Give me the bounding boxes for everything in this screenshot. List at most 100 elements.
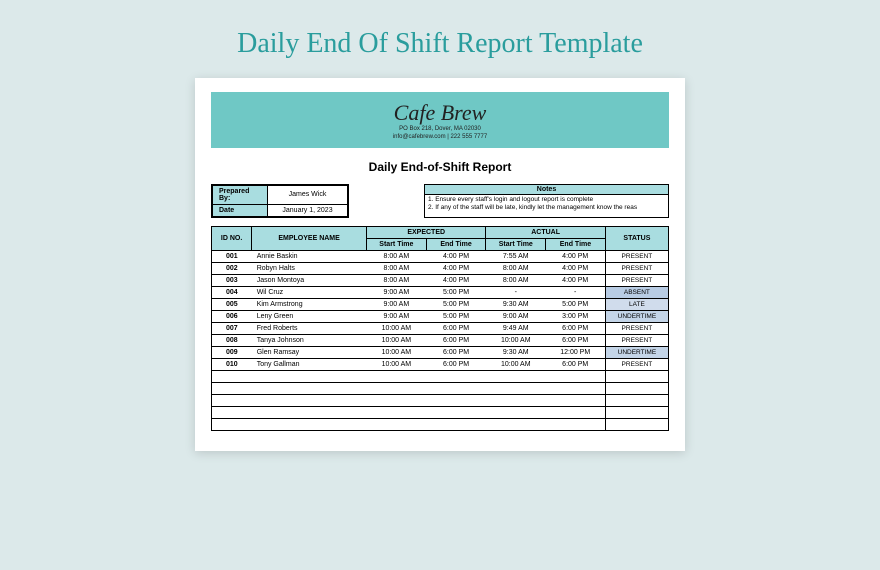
date-label: Date [213, 204, 268, 216]
notes-header: Notes [425, 185, 668, 195]
cell-act-start: - [486, 286, 546, 298]
header-actual: ACTUAL [486, 226, 605, 238]
cell-exp-end: 6:00 PM [426, 334, 486, 346]
cell-status: PRESENT [605, 250, 668, 262]
cell-empty [546, 418, 606, 430]
table-row: 010Tony Gallman10:00 AM6:00 PM10:00 AM6:… [212, 358, 669, 370]
cell-status: PRESENT [605, 274, 668, 286]
cell-status: PRESENT [605, 262, 668, 274]
cell-status: UNDERTIME [605, 346, 668, 358]
cell-act-start: 9:30 AM [486, 298, 546, 310]
cell-exp-end: 5:00 PM [426, 298, 486, 310]
meta-row: Prepared By: James Wick Date January 1, … [211, 184, 669, 218]
cell-empty [605, 418, 668, 430]
cell-name: Leny Green [252, 310, 367, 322]
header-expected: EXPECTED [367, 226, 486, 238]
cell-exp-start: 9:00 AM [367, 286, 427, 298]
cell-status: PRESENT [605, 334, 668, 346]
cell-exp-end: 5:00 PM [426, 286, 486, 298]
cell-act-start: 10:00 AM [486, 358, 546, 370]
cell-id: 007 [212, 322, 252, 334]
cell-id: 010 [212, 358, 252, 370]
cell-exp-start: 8:00 AM [367, 250, 427, 262]
date-value: January 1, 2023 [268, 204, 348, 216]
header-exp-end: End Time [426, 238, 486, 250]
cell-id: 008 [212, 334, 252, 346]
cell-empty [546, 394, 606, 406]
cell-empty [486, 418, 546, 430]
cell-empty [426, 382, 486, 394]
cell-exp-end: 6:00 PM [426, 322, 486, 334]
cell-empty [212, 406, 252, 418]
meta-info-box: Prepared By: James Wick Date January 1, … [211, 184, 349, 218]
cell-name: Kim Armstrong [252, 298, 367, 310]
cell-act-end: 4:00 PM [546, 250, 606, 262]
cell-id: 006 [212, 310, 252, 322]
cell-act-end: 12:00 PM [546, 346, 606, 358]
brand-name: Cafe Brew [211, 100, 669, 126]
table-row: 003Jason Montoya8:00 AM4:00 PM8:00 AM4:0… [212, 274, 669, 286]
notes-line-2: 2. If any of the staff will be late, kin… [428, 204, 665, 212]
cell-act-end: 6:00 PM [546, 322, 606, 334]
cell-name: Tony Gallman [252, 358, 367, 370]
table-row-empty [212, 394, 669, 406]
table-row: 006Leny Green9:00 AM5:00 PM9:00 AM3:00 P… [212, 310, 669, 322]
cell-name: Jason Montoya [252, 274, 367, 286]
table-row: 009Glen Ramsay10:00 AM6:00 PM9:30 AM12:0… [212, 346, 669, 358]
brand-contact: info@cafebrew.com | 222 555 7777 [211, 134, 669, 142]
cell-empty [546, 406, 606, 418]
cell-empty [426, 394, 486, 406]
cell-empty [252, 370, 367, 382]
table-row: 005Kim Armstrong9:00 AM5:00 PM9:30 AM5:0… [212, 298, 669, 310]
cell-exp-end: 6:00 PM [426, 358, 486, 370]
cell-empty [605, 394, 668, 406]
cell-empty [426, 406, 486, 418]
cell-act-start: 9:49 AM [486, 322, 546, 334]
cell-act-end: 4:00 PM [546, 274, 606, 286]
cell-exp-start: 9:00 AM [367, 298, 427, 310]
cell-act-start: 9:30 AM [486, 346, 546, 358]
cell-empty [212, 394, 252, 406]
table-row-empty [212, 382, 669, 394]
cell-act-end: - [546, 286, 606, 298]
brand-address: PO Box 218, Dover, MA 02030 [211, 126, 669, 134]
cell-empty [426, 418, 486, 430]
cell-act-end: 6:00 PM [546, 358, 606, 370]
cell-empty [486, 406, 546, 418]
cell-act-start: 8:00 AM [486, 262, 546, 274]
cell-empty [426, 370, 486, 382]
notes-body: 1. Ensure every staff's login and logout… [425, 195, 668, 214]
header-act-start: Start Time [486, 238, 546, 250]
cell-empty [212, 370, 252, 382]
cell-exp-end: 4:00 PM [426, 250, 486, 262]
cell-empty [252, 382, 367, 394]
cell-exp-start: 10:00 AM [367, 334, 427, 346]
cell-exp-start: 10:00 AM [367, 322, 427, 334]
cell-empty [367, 394, 427, 406]
brand-banner: Cafe Brew PO Box 218, Dover, MA 02030 in… [211, 92, 669, 148]
cell-name: Wil Cruz [252, 286, 367, 298]
table-row: 008Tanya Johnson10:00 AM6:00 PM10:00 AM6… [212, 334, 669, 346]
cell-act-start: 7:55 AM [486, 250, 546, 262]
header-exp-start: Start Time [367, 238, 427, 250]
cell-act-end: 5:00 PM [546, 298, 606, 310]
cell-empty [546, 382, 606, 394]
table-row-empty [212, 406, 669, 418]
cell-status: LATE [605, 298, 668, 310]
table-row: 002Robyn Halts8:00 AM4:00 PM8:00 AM4:00 … [212, 262, 669, 274]
table-row: 001Annie Baskin8:00 AM4:00 PM7:55 AM4:00… [212, 250, 669, 262]
header-id: ID NO. [212, 226, 252, 250]
cell-act-end: 6:00 PM [546, 334, 606, 346]
cell-empty [546, 370, 606, 382]
cell-exp-end: 4:00 PM [426, 262, 486, 274]
cell-empty [252, 406, 367, 418]
cell-empty [486, 382, 546, 394]
table-row-empty [212, 418, 669, 430]
cell-exp-start: 9:00 AM [367, 310, 427, 322]
cell-empty [367, 418, 427, 430]
cell-name: Annie Baskin [252, 250, 367, 262]
cell-id: 004 [212, 286, 252, 298]
cell-act-end: 3:00 PM [546, 310, 606, 322]
cell-status: PRESENT [605, 358, 668, 370]
cell-id: 001 [212, 250, 252, 262]
